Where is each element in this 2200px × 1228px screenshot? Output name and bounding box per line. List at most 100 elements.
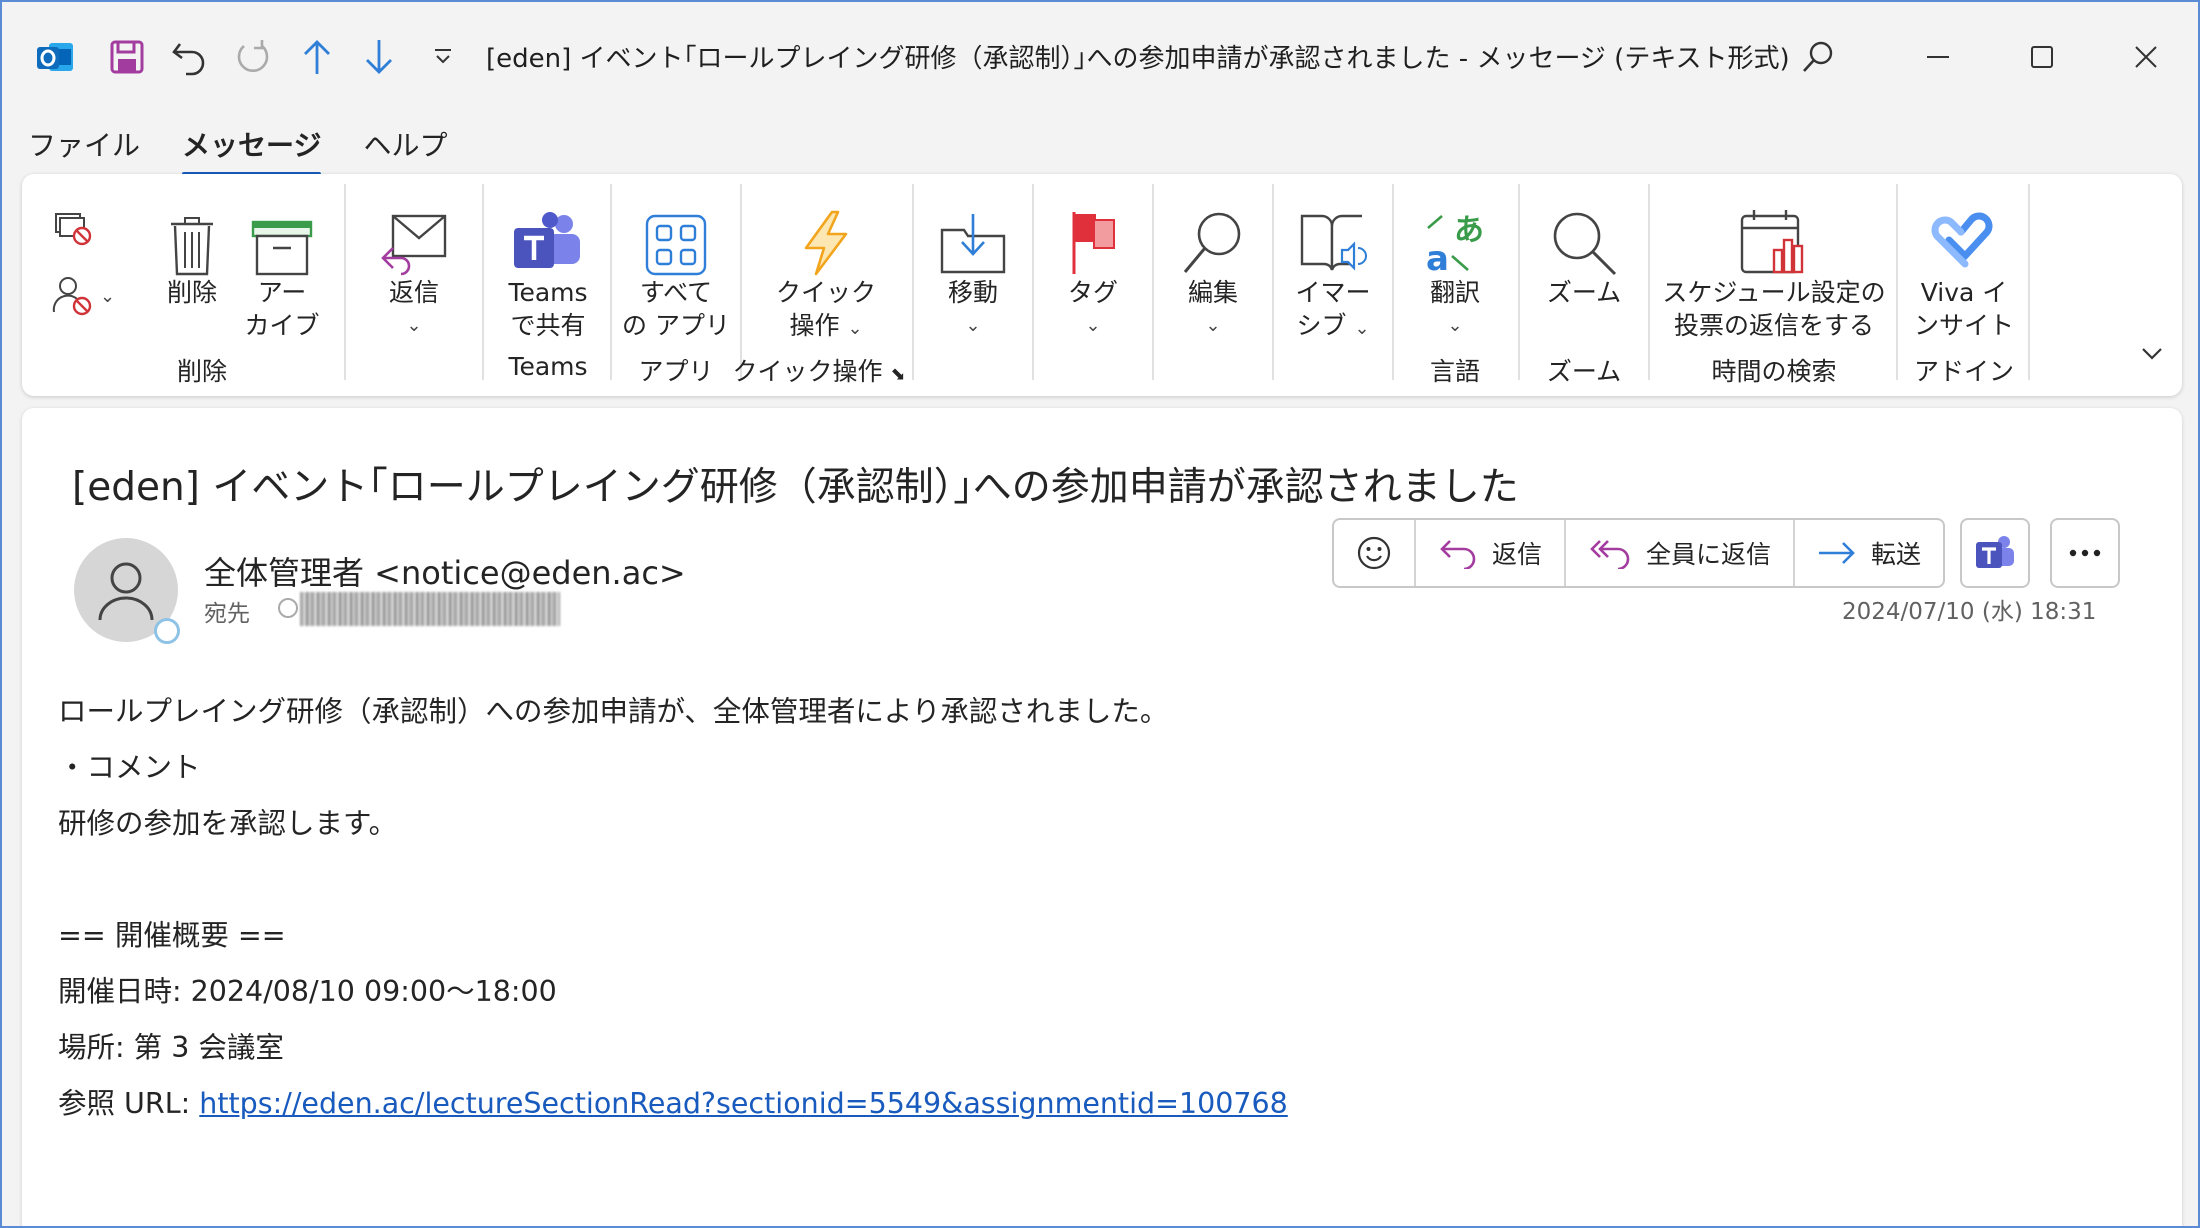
maximize-icon[interactable] [2012,30,2072,84]
ribbon-separator [1896,184,1898,380]
save-icon[interactable] [102,32,152,82]
viva-insights-icon [1931,212,1993,268]
ribbon: ⌄ 削除 アー カイブ 削除 返信 ⌄ Teams で共有 Teams すべて … [22,174,2182,396]
translate-icon: aあ [1426,213,1484,276]
block-sender-button[interactable]: ⌄ [52,274,115,318]
group-time-label: 時間の検索 [1711,357,1837,386]
apps-icon [645,214,707,276]
ribbon-separator [482,184,484,380]
group-language-label: 言語 [1429,357,1480,386]
body-line: 参照 URL: https://eden.ac/lectureSectionRe… [58,1087,1288,1120]
ribbon-separator [1152,184,1154,380]
chevron-down-icon: ⌄ [965,315,981,336]
zoom-button[interactable]: ズーム [1524,192,1644,309]
body-line: 場所: 第 3 会議室 [58,1031,284,1064]
lightning-icon [804,210,848,276]
viva-insights-button[interactable]: Viva イ ンサイト [1902,192,2026,342]
group-teams-label: Teams [508,352,588,381]
ribbon-separator [1032,184,1034,380]
archive-button[interactable]: アー カイブ [242,192,322,342]
chevron-down-icon: ⌄ [1447,315,1463,336]
ribbon-expand-chevron-icon[interactable] [2140,346,2164,366]
message-body: ロールプレイング研修（承認制）への参加申請が、全体管理者により承認されました。 … [58,684,1288,1132]
down-arrow-icon[interactable] [354,32,404,82]
more-options-button[interactable] [2050,518,2120,588]
all-apps-button[interactable]: すべて の アプリ [616,192,736,342]
forward-button[interactable]: 転送 [1795,520,1943,586]
recipient-redacted[interactable] [300,592,560,626]
reply-ribbon-button[interactable]: 返信 ⌄ [364,192,464,342]
minimize-icon[interactable] [1908,30,1968,84]
quick-steps-button[interactable]: クイック 操作 ⌄ [746,192,906,345]
ribbon-separator [344,184,346,380]
forward-icon [1819,542,1855,564]
up-arrow-icon[interactable] [292,32,342,82]
search-icon[interactable] [1788,30,1848,84]
reading-pane: [eden] イベント｢ロールプレイング研修（承認制）｣への参加申請が承認されま… [22,408,2182,1226]
ellipsis-icon [2069,549,2101,557]
move-button[interactable]: 移動 ⌄ [918,192,1028,342]
chevron-down-icon: ⌄ [406,315,422,336]
to-label: 宛先 [204,601,250,627]
ribbon-separator [740,184,742,380]
customize-qat-icon[interactable] [418,32,468,82]
undo-icon[interactable] [164,32,214,82]
ribbon-separator [1272,184,1274,380]
tab-help[interactable]: ヘルプ [363,124,447,172]
teams-icon [514,212,580,268]
teams-chat-button[interactable] [1960,518,2030,588]
teams-share-button[interactable]: Teams で共有 [488,192,608,342]
message-date: 2024/07/10 (水) 18:31 [1842,599,2097,625]
close-icon[interactable] [2116,30,2176,84]
avatar[interactable] [74,538,180,644]
group-apps-label: アプリ [638,357,714,386]
body-line [58,852,1288,908]
sender[interactable]: 全体管理者 <notice@eden.ac> [204,548,686,594]
scheduling-poll-button[interactable]: スケジュール設定の 投票の返信をする [1654,192,1894,342]
dialog-launcher-icon[interactable]: ⬊ [890,364,905,385]
emoji-reaction-button[interactable] [1334,520,1416,586]
tab-file[interactable]: ファイル [28,124,140,172]
ribbon-separator [1392,184,1394,380]
chevron-down-icon: ⌄ [1085,315,1101,336]
group-delete-label: 削除 [176,357,227,386]
reply-button[interactable]: 返信 [1416,520,1567,586]
body-line: ・コメント [58,751,201,784]
outlook-message-window: [eden] イベント｢ロールプレイング研修（承認制）｣への参加申請が承認されま… [0,0,2200,1228]
menu-tabs: ファイル メッセージ ヘルプ [28,124,447,176]
zoom-icon [1553,212,1617,276]
reply-icon [1440,540,1476,569]
ribbon-separator [1648,184,1650,380]
flag-icon [1072,212,1115,274]
calendar-poll-icon [1740,210,1804,274]
immersive-reader-button[interactable]: イマー シブ ⌄ [1278,192,1388,345]
translate-button[interactable]: aあ 翻訳 ⌄ [1398,192,1512,342]
ribbon-separator [1518,184,1520,380]
svg-text:a: a [1426,239,1449,276]
block-sender-icon [52,277,92,316]
reply-all-button[interactable]: 全員に返信 [1566,520,1796,586]
ribbon-separator [610,184,612,380]
teams-icon [1976,536,2014,568]
reply-mail-icon [381,214,447,276]
delete-button[interactable]: 削除 [152,192,232,309]
body-line: 開催日時: 2024/08/10 09:00～18:00 [58,975,557,1008]
chevron-down-icon: ⌄ [100,285,116,307]
ribbon-separator [912,184,914,380]
body-line: == 開催概要 == [58,919,286,952]
tab-message[interactable]: メッセージ [182,124,322,176]
body-line: ロールプレイング研修（承認制）への参加申請が、全体管理者により承認されました。 [58,695,1169,728]
tag-button[interactable]: タグ ⌄ [1038,192,1148,342]
ignore-icon[interactable] [52,208,96,252]
chevron-down-icon: ⌄ [1354,318,1370,339]
edit-button[interactable]: 編集 ⌄ [1158,192,1268,342]
chevron-down-icon: ⌄ [1205,315,1221,336]
move-to-folder-icon [940,214,1006,274]
reference-url-link[interactable]: https://eden.ac/lectureSectionRead?secti… [199,1087,1288,1120]
find-icon [1183,212,1241,273]
redo-icon[interactable] [228,32,278,82]
chevron-down-icon: ⌄ [847,318,863,339]
title-bar: [eden] イベント｢ロールプレイング研修（承認制）｣への参加申請が承認されま… [2,2,2198,112]
presence-status-icon [154,618,180,644]
recipient-presence-icon [278,598,298,618]
